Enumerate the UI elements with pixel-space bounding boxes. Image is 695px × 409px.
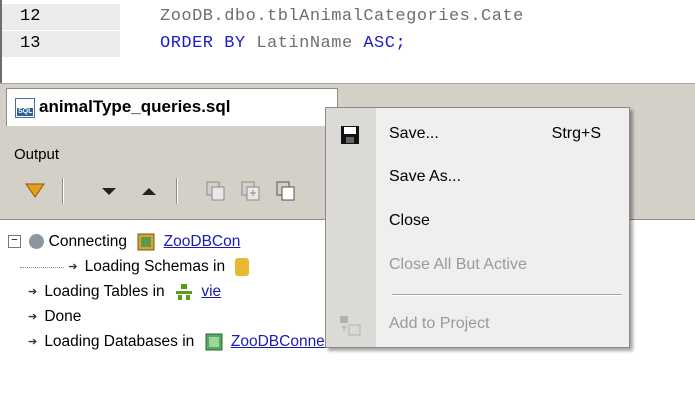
menu-item-label: Close All But Active <box>389 256 527 273</box>
copy-all-icon[interactable] <box>240 180 262 202</box>
menu-item-label: Save... <box>389 125 439 142</box>
view-link[interactable]: vie <box>201 283 221 300</box>
filter-icon[interactable] <box>24 180 46 202</box>
copy-icon[interactable] <box>205 180 227 202</box>
output-title: Output <box>14 146 60 163</box>
tab-label: animalType_queries.sql <box>39 97 231 116</box>
connection-icon <box>205 333 223 351</box>
schema-icon <box>235 258 250 276</box>
sql-keyword: ORDER BY <box>160 34 246 53</box>
arrow-icon: ➔ <box>28 286 38 298</box>
menu-item-label: Save As... <box>389 168 462 185</box>
line-gutter: 12 <box>2 4 120 30</box>
tree-connector <box>20 266 64 268</box>
menu-item-close[interactable]: Close <box>326 200 629 244</box>
log-row[interactable]: ➔ Done <box>28 305 81 329</box>
previous-up-icon[interactable] <box>138 180 160 202</box>
tab-animaltype-queries[interactable]: SQL animalType_queries.sql <box>6 88 338 126</box>
log-row[interactable]: − Connecting ZooDBCon <box>8 230 240 254</box>
connection-link[interactable]: ZooDBCon <box>164 233 241 250</box>
sql-file-icon: SQL <box>15 98 35 118</box>
connection-icon <box>137 233 155 251</box>
toolbar-separator <box>176 178 178 204</box>
sql-editor[interactable]: 12 ZooDB.dbo.tblAnimalCategories.Cate 13… <box>0 0 695 83</box>
code-text: ORDER BY LatinName ASC; <box>160 31 406 57</box>
arrow-icon: ➔ <box>28 336 38 348</box>
next-down-icon[interactable] <box>98 180 120 202</box>
menu-item-label: Close <box>389 212 430 229</box>
line-gutter: 13 <box>2 31 120 57</box>
log-text: Connecting <box>48 233 128 250</box>
arrow-icon: ➔ <box>68 261 78 273</box>
code-line[interactable]: 12 ZooDB.dbo.tblAnimalCategories.Cate <box>2 4 695 30</box>
code-text: ZooDB.dbo.tblAnimalCategories.Cate <box>160 7 524 26</box>
menu-item-add-to-project[interactable]: Add to Project <box>326 303 629 347</box>
collapse-toggle-icon[interactable]: − <box>8 235 21 249</box>
info-icon <box>29 234 45 250</box>
connection-link[interactable]: ZooDBConnect <box>231 333 337 350</box>
log-text: Loading Schemas in <box>84 258 226 276</box>
menu-separator <box>392 294 622 296</box>
sql-keyword: ASC; <box>363 34 407 53</box>
menu-item-save-as[interactable]: Save As... <box>326 156 629 200</box>
view-icon <box>175 283 193 301</box>
save-icon <box>340 125 360 145</box>
toolbar-separator <box>62 178 64 204</box>
sql-identifier: LatinName <box>256 34 353 53</box>
tab-context-menu: Save... Strg+S Save As... Close Close Al… <box>325 107 630 348</box>
log-text: Done <box>44 308 82 326</box>
log-row[interactable]: ➔ Loading Schemas in <box>20 255 250 279</box>
menu-item-close-all-but-active[interactable]: Close All But Active <box>326 244 629 288</box>
copy-to-clipboard-icon[interactable] <box>275 180 297 202</box>
menu-item-shortcut: Strg+S <box>551 125 601 142</box>
menu-item-label: Add to Project <box>389 315 490 332</box>
menu-item-save[interactable]: Save... Strg+S <box>326 113 629 157</box>
add-to-project-icon <box>339 315 361 337</box>
log-row[interactable]: ➔ Loading Databases in ZooDBConnect <box>28 330 337 354</box>
log-text: Loading Tables in <box>44 283 165 301</box>
line-number: 13 <box>20 34 41 53</box>
line-number: 12 <box>20 7 41 26</box>
log-row[interactable]: ➔ Loading Tables in vie <box>28 280 221 304</box>
code-line[interactable]: 13 ORDER BY LatinName ASC; <box>2 31 695 57</box>
arrow-icon: ➔ <box>28 311 38 323</box>
log-text: Loading Databases in <box>44 333 195 351</box>
